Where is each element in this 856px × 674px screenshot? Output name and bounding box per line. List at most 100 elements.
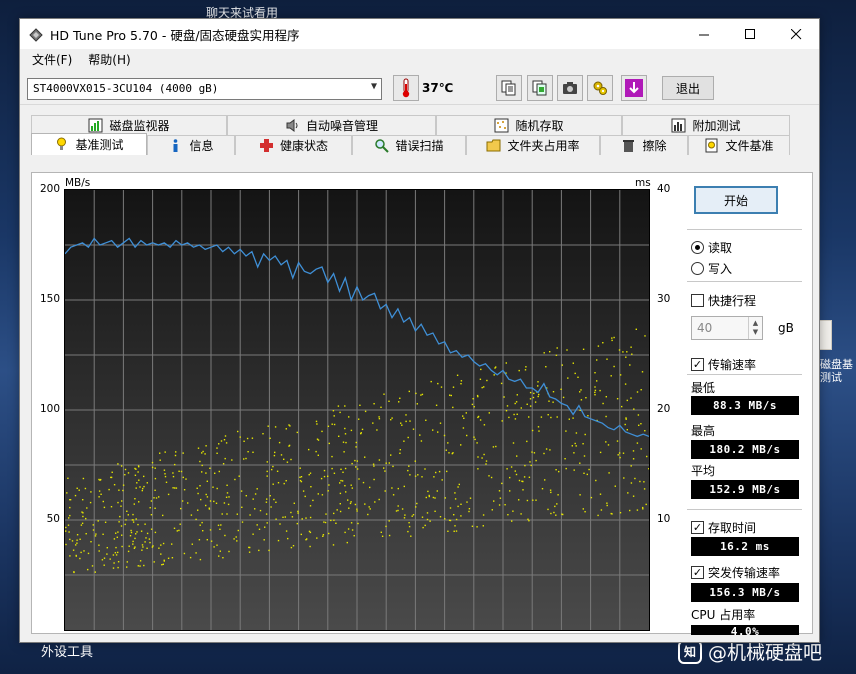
transfer-rate-checkbox[interactable]: ✓ 传输速率 [691, 356, 756, 373]
minimize-button[interactable] [681, 19, 727, 49]
tab-label: 文件夹占用率 [507, 139, 580, 153]
tab-bottom-3[interactable]: 错误扫描 [352, 135, 466, 155]
access-time-point [337, 405, 340, 407]
title-bar[interactable]: HD Tune Pro 5.70 - 硬盘/固态硬盘实用程序 [20, 19, 819, 49]
save-results-button[interactable] [621, 75, 647, 101]
minimize-icon [698, 34, 709, 35]
close-button[interactable] [773, 19, 819, 49]
access-time-point [355, 441, 357, 444]
access-time-point [516, 413, 518, 415]
access-time-point [180, 470, 183, 473]
access-time-point [69, 514, 71, 517]
access-time-point [560, 388, 562, 390]
save-screenshot-button[interactable] [557, 75, 583, 101]
burst-rate-checkbox[interactable]: ✓ 突发传输速率 [691, 564, 780, 581]
access-time-point [126, 566, 128, 568]
access-time-point [547, 508, 549, 511]
access-time-point [81, 511, 83, 513]
access-time-point [205, 493, 207, 496]
access-time-point [146, 482, 148, 484]
access-time-point [525, 366, 527, 368]
access-time-point [419, 434, 421, 436]
access-time-point [153, 561, 155, 563]
access-time-point [610, 375, 612, 377]
access-time-point [380, 406, 382, 408]
temperature-button[interactable] [393, 75, 419, 101]
access-time-point [453, 530, 455, 532]
short-stroke-checkbox[interactable]: 快捷行程 [691, 292, 756, 309]
options-button[interactable] [587, 75, 613, 101]
access-time-point [174, 463, 176, 466]
access-time-point [340, 468, 342, 470]
access-time-point [286, 461, 289, 463]
tab-bottom-5[interactable]: 擦除 [600, 135, 688, 155]
menu-help[interactable]: 帮助(H) [80, 51, 138, 68]
tab-top-3[interactable]: 附加测试 [622, 115, 790, 135]
access-time-point [339, 503, 341, 505]
tab-bottom-6[interactable]: 文件基准 [688, 135, 790, 155]
access-time-point [154, 467, 156, 469]
access-time-point [172, 487, 174, 489]
access-time-point [338, 435, 340, 437]
copy-screenshot-button[interactable] [527, 75, 553, 101]
tab-bottom-4[interactable]: 文件夹占用率 [466, 135, 600, 155]
access-time-point [196, 487, 198, 489]
access-time-point [435, 471, 437, 474]
tab-bottom-1[interactable]: 信息 [147, 135, 235, 155]
access-time-point [154, 507, 156, 509]
menu-file[interactable]: 文件(F) [24, 51, 80, 68]
access-time-point [416, 403, 418, 405]
access-time-point [584, 511, 586, 513]
access-time-point [327, 490, 329, 492]
tab-bottom-2[interactable]: 健康状态 [235, 135, 352, 155]
tab-top-1[interactable]: 自动噪音管理 [227, 115, 436, 135]
extra-tests-icon [671, 118, 686, 133]
access-time-checkbox[interactable]: ✓ 存取时间 [691, 519, 756, 536]
exit-button[interactable]: 退出 [662, 76, 714, 100]
access-time-point [626, 351, 628, 353]
access-time-point [94, 571, 96, 573]
access-time-point [435, 404, 438, 406]
access-time-point [332, 544, 335, 546]
access-time-point [632, 458, 635, 460]
write-radio[interactable]: 写入 [691, 260, 732, 277]
access-time-point [501, 482, 503, 485]
file-benchmark-icon [705, 138, 718, 153]
access-time-point [76, 487, 78, 489]
access-time-point [441, 479, 443, 481]
access-time-point [264, 526, 266, 528]
maximize-button[interactable] [727, 19, 773, 49]
access-time-point [309, 505, 312, 507]
tab-bottom-0[interactable]: 基准测试 [31, 133, 147, 155]
access-time-point [550, 491, 552, 494]
y-right-tick-label: 30 [657, 293, 671, 305]
access-time-point [275, 501, 277, 503]
access-time-point [493, 374, 495, 376]
access-time-point [476, 526, 478, 528]
y-left-tick-label: 50 [46, 513, 60, 525]
desktop-shortcut-icon[interactable] [818, 320, 832, 350]
access-time-point [512, 442, 515, 444]
access-time-point [613, 365, 615, 368]
access-time-point [92, 524, 94, 526]
access-time-point [345, 491, 347, 493]
access-time-point [65, 526, 67, 529]
access-time-point [455, 518, 458, 521]
access-time-point [132, 543, 134, 545]
tab-top-0[interactable]: 磁盘监视器 [31, 115, 227, 135]
access-time-point [89, 501, 92, 504]
access-time-point [439, 422, 442, 424]
access-time-point [339, 492, 342, 495]
access-time-point [216, 452, 218, 454]
read-radio[interactable]: 读取 [691, 239, 732, 256]
copy-text-button[interactable] [496, 75, 522, 101]
start-button[interactable]: 开始 [694, 186, 778, 214]
access-time-point [297, 510, 299, 513]
access-time-point [390, 419, 392, 421]
access-time-point [132, 513, 134, 516]
access-time-point [98, 550, 100, 552]
short-stroke-input[interactable]: 40 ▲ ▼ [691, 316, 763, 340]
tab-top-2[interactable]: 随机存取 [436, 115, 622, 135]
drive-select[interactable]: ST4000VX015-3CU104 (4000 gB) ▼ [27, 78, 382, 100]
spinner-arrows-icon[interactable]: ▲ ▼ [748, 317, 762, 339]
